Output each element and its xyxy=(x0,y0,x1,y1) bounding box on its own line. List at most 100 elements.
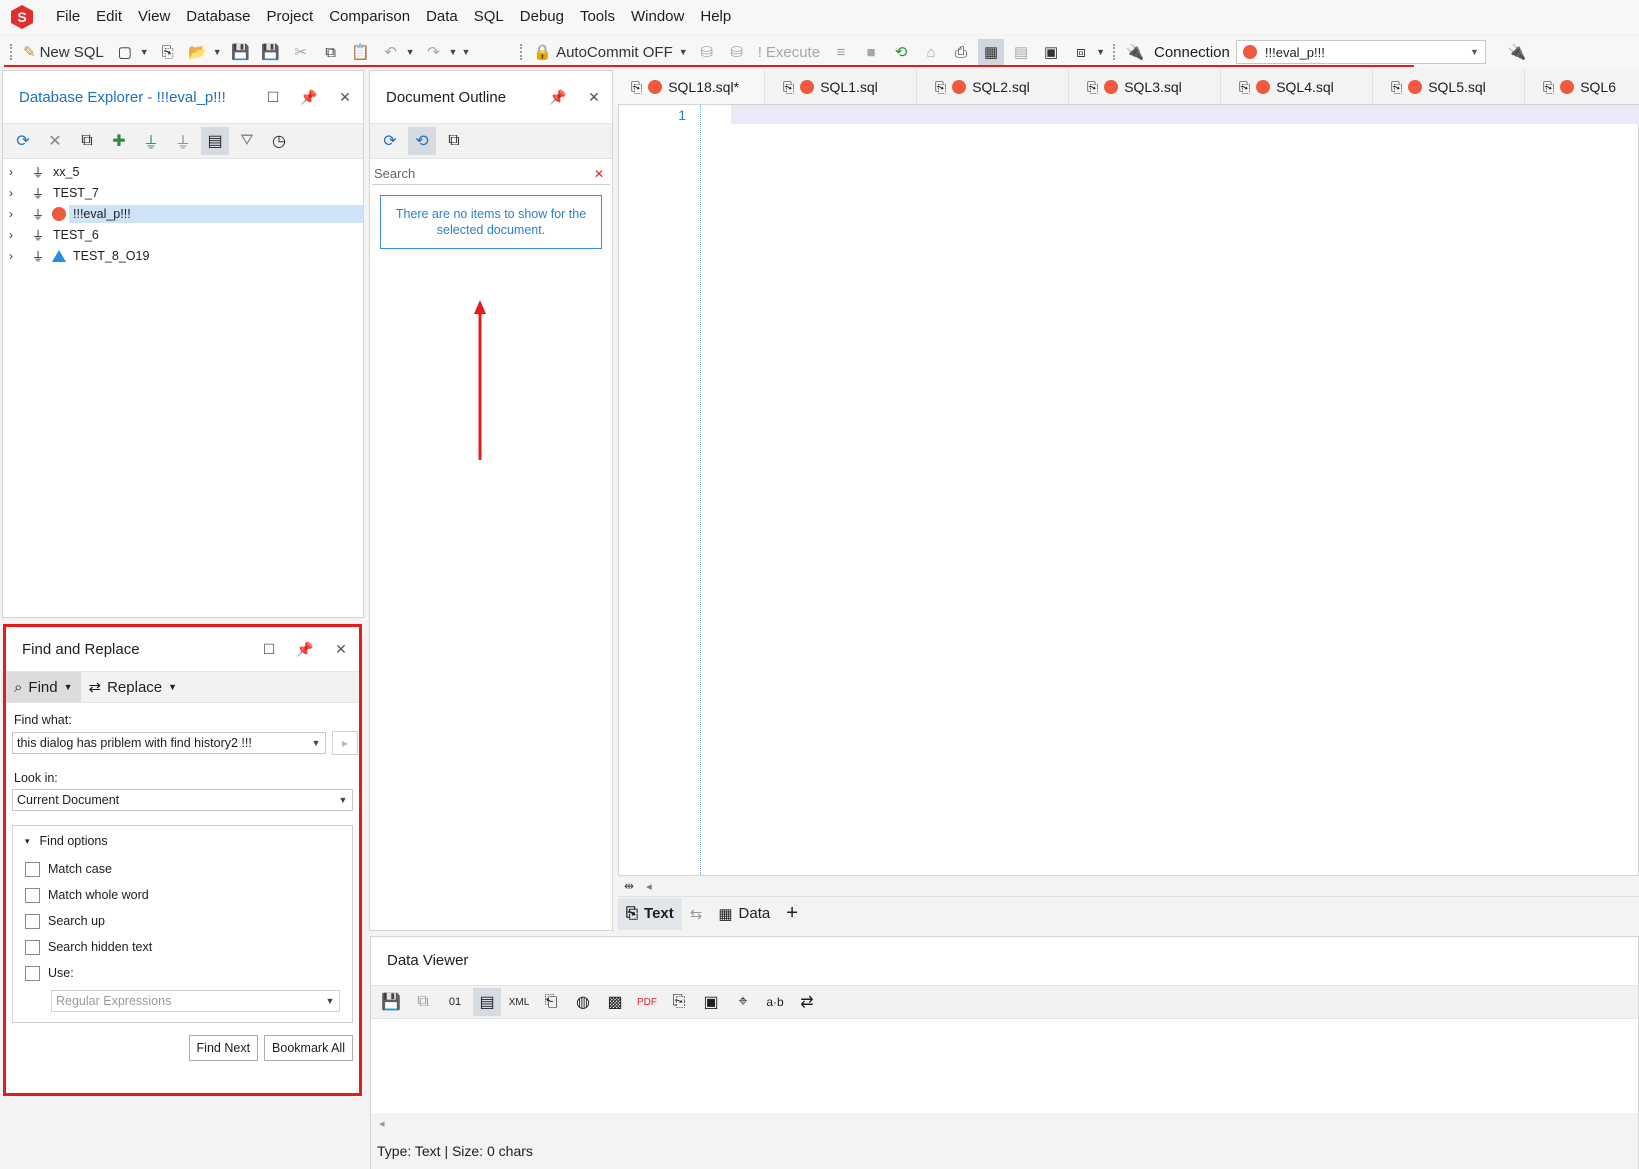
undo-icon[interactable]: ↶ xyxy=(378,39,404,65)
toolbar-grip-3[interactable] xyxy=(1112,44,1116,60)
sql-view-icon[interactable]: ⎘ xyxy=(665,988,693,1016)
search-hidden-text-checkbox[interactable] xyxy=(25,939,40,955)
image-icon[interactable]: ▣ xyxy=(1038,39,1064,65)
maximize-icon[interactable]: ☐ xyxy=(255,89,291,106)
outline-search-input[interactable]: Search ✕ xyxy=(372,163,610,185)
chevron-right-icon[interactable]: › xyxy=(9,228,27,242)
copy-icon[interactable]: ⧉ xyxy=(318,39,344,65)
encoding-icon[interactable]: ⇄ xyxy=(793,988,821,1016)
sql-editor[interactable]: 1 xyxy=(618,104,1639,876)
search-up-option[interactable]: Search up xyxy=(13,908,352,934)
chevron-down-icon[interactable]: ▼ xyxy=(307,738,325,748)
match-case-option[interactable]: Match case xyxy=(13,856,352,882)
window-icon[interactable]: ⧈ xyxy=(1068,39,1094,65)
close-icon[interactable]: ✕ xyxy=(327,89,363,106)
tab-sql18[interactable]: ⎘ SQL18.sql* xyxy=(613,70,765,104)
cut-icon[interactable]: ✂ xyxy=(288,39,314,65)
menu-debug[interactable]: Debug xyxy=(512,0,572,34)
new-file-icon[interactable]: ⎘ xyxy=(155,39,181,65)
chevron-right-icon[interactable]: › xyxy=(9,186,27,200)
tab-sql3[interactable]: ⎘ SQL3.sql xyxy=(1069,70,1221,104)
menu-data[interactable]: Data xyxy=(418,0,466,34)
history-icon[interactable]: ⟲ xyxy=(888,39,914,65)
clear-search-icon[interactable]: ✕ xyxy=(594,167,610,181)
tab-sql6[interactable]: ⎘ SQL6 xyxy=(1525,70,1639,104)
menu-edit[interactable]: Edit xyxy=(88,0,130,34)
chevron-right-icon[interactable]: › xyxy=(9,207,27,221)
menu-file[interactable]: File xyxy=(48,0,88,34)
menu-sql[interactable]: SQL xyxy=(466,0,512,34)
bookmark-all-button[interactable]: Bookmark All xyxy=(264,1035,353,1061)
database-2-icon[interactable]: ⛁ xyxy=(724,39,750,65)
execute-to-cursor-icon[interactable]: ≡ xyxy=(828,39,854,65)
find-options-header[interactable]: ▾ Find options xyxy=(13,832,352,856)
data-viewer-horizontal-scrollbar[interactable]: ◂ xyxy=(371,1113,1638,1133)
autocommit-button[interactable]: 🔒 AutoCommit OFF xyxy=(529,39,676,65)
query-profiler-icon[interactable]: ⎙ xyxy=(948,39,974,65)
collapse-all-icon[interactable]: ⧉ xyxy=(440,127,468,155)
find-history-button[interactable]: ▶ xyxy=(332,731,358,755)
undo-dropdown-icon[interactable]: ▼ xyxy=(406,47,415,57)
disconnect-icon[interactable]: ⏚ xyxy=(169,127,197,155)
tab-find[interactable]: ⌕ Find ▼ xyxy=(6,672,81,702)
tab-sql5[interactable]: ⎘ SQL5.sql xyxy=(1373,70,1525,104)
tab-replace[interactable]: ⇄ Replace ▼ xyxy=(81,672,186,702)
rtf-view-icon[interactable]: ▩ xyxy=(601,988,629,1016)
pin-icon[interactable]: 📌 xyxy=(291,89,327,106)
scroll-left-icon[interactable]: ◂ xyxy=(379,1117,385,1130)
new-document-icon[interactable]: ▢ xyxy=(112,39,138,65)
redo-icon[interactable]: ↷ xyxy=(421,39,447,65)
match-whole-word-checkbox[interactable] xyxy=(25,887,40,903)
split-icon[interactable]: ⇹ xyxy=(624,879,634,893)
image-view-icon[interactable]: ▣ xyxy=(697,988,725,1016)
open-file-dropdown-icon[interactable]: ▼ xyxy=(213,47,222,57)
find-what-input[interactable]: this dialog has priblem with find histor… xyxy=(12,732,326,754)
pin-icon[interactable]: 📌 xyxy=(287,641,323,658)
editor-horizontal-scrollbar[interactable]: ⇹ ◂ xyxy=(618,876,1639,896)
match-whole-word-option[interactable]: Match whole word xyxy=(13,882,352,908)
close-icon[interactable]: ✕ xyxy=(323,641,359,658)
hex-view-icon[interactable]: 01 xyxy=(441,988,469,1016)
open-file-icon[interactable]: 📂 xyxy=(185,39,211,65)
tree-item-xx-5[interactable]: › ⏚ xx_5 xyxy=(3,161,363,182)
match-case-checkbox[interactable] xyxy=(25,861,40,877)
tab-data[interactable]: ▦ Data xyxy=(710,898,778,930)
xml-view-icon[interactable]: XML xyxy=(505,988,533,1016)
word-wrap-icon[interactable]: a·b xyxy=(761,988,789,1016)
tab-sql2[interactable]: ⎘ SQL2.sql xyxy=(917,70,1069,104)
json-view-icon[interactable]: ⎗ xyxy=(537,988,565,1016)
search-up-checkbox[interactable] xyxy=(25,913,40,929)
menu-project[interactable]: Project xyxy=(259,0,322,34)
toolbar-grip[interactable] xyxy=(10,44,13,60)
new-document-dropdown-icon[interactable]: ▼ xyxy=(140,47,149,57)
connection-select[interactable]: !!!eval_p!!! ▼ xyxy=(1235,40,1486,64)
find-next-button[interactable]: Find Next xyxy=(188,1035,259,1061)
text-view-icon[interactable]: ▤ xyxy=(473,988,501,1016)
toolbar-overflow-icon[interactable]: ▼ xyxy=(461,47,470,57)
window-dropdown-icon[interactable]: ▼ xyxy=(1096,47,1105,57)
menu-view[interactable]: View xyxy=(130,0,178,34)
paste-icon[interactable]: 📋 xyxy=(348,39,374,65)
scroll-left-icon[interactable]: ◂ xyxy=(646,880,652,893)
menu-window[interactable]: Window xyxy=(623,0,692,34)
layout-icon[interactable]: ▤ xyxy=(1008,39,1034,65)
save-icon[interactable]: 💾 xyxy=(228,39,254,65)
new-sql-button[interactable]: ✎ New SQL xyxy=(19,39,108,65)
grid-view-icon[interactable]: ▦ xyxy=(978,39,1005,65)
menu-tools[interactable]: Tools xyxy=(572,0,623,34)
close-icon[interactable]: ✕ xyxy=(576,89,612,106)
execute-button[interactable]: ! Execute xyxy=(754,39,824,65)
connect-icon[interactable]: 🔌 xyxy=(1504,39,1530,65)
redo-dropdown-icon[interactable]: ▼ xyxy=(449,47,458,57)
use-option[interactable]: Use: xyxy=(13,960,352,986)
database-icon[interactable]: ⛁ xyxy=(694,39,720,65)
copy-icon[interactable]: ⧉ xyxy=(409,988,437,1016)
refresh-icon[interactable]: ⟳ xyxy=(376,127,404,155)
chevron-right-icon[interactable]: › xyxy=(9,249,27,263)
tab-text[interactable]: ⎘ Text xyxy=(618,897,682,930)
collapse-all-icon[interactable]: ⧉ xyxy=(73,127,101,155)
toolbar-grip-2[interactable] xyxy=(520,44,523,60)
search-hidden-text-option[interactable]: Search hidden text xyxy=(13,934,352,960)
pin-icon[interactable]: 📌 xyxy=(540,89,576,106)
save-icon[interactable]: 💾 xyxy=(377,988,405,1016)
